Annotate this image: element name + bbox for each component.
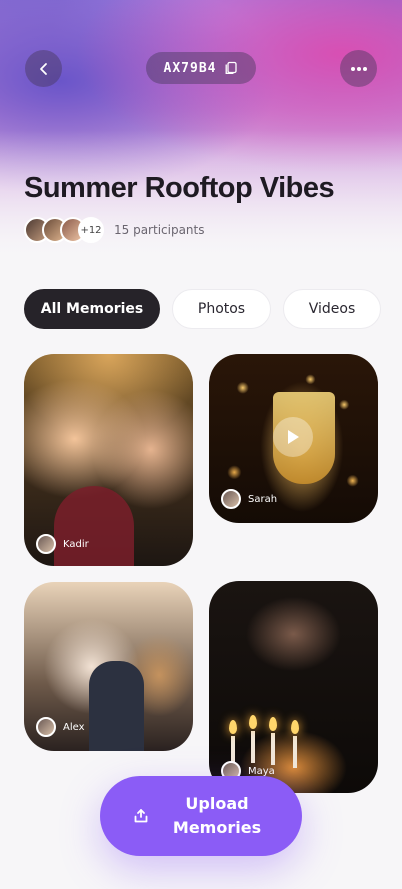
photo-content bbox=[89, 661, 144, 751]
filter-all-memories[interactable]: All Memories bbox=[24, 289, 160, 329]
event-code-pill[interactable]: AX79B4 bbox=[146, 52, 256, 84]
memory-card[interactable]: Alex bbox=[24, 582, 193, 751]
participants-row[interactable]: +12 15 participants bbox=[24, 217, 205, 243]
uploader-tag: Sarah bbox=[221, 489, 277, 509]
back-button[interactable] bbox=[25, 50, 62, 87]
candle-flame bbox=[269, 717, 277, 731]
filter-videos[interactable]: Videos bbox=[283, 289, 381, 329]
candle-flame bbox=[249, 715, 257, 729]
uploader-name: Alex bbox=[63, 721, 85, 733]
filter-tabs: All Memories Photos Videos bbox=[24, 289, 381, 329]
memory-card[interactable]: Maya bbox=[209, 581, 378, 793]
filter-photos[interactable]: Photos bbox=[172, 289, 271, 329]
upload-button-label: Upload Memories bbox=[172, 794, 262, 837]
candle bbox=[251, 731, 255, 763]
uploader-name: Maya bbox=[248, 765, 275, 777]
uploader-name: Sarah bbox=[248, 493, 278, 505]
memory-card[interactable]: Kadir bbox=[24, 354, 193, 566]
participants-more-badge: +12 bbox=[78, 217, 104, 243]
avatar bbox=[221, 489, 241, 509]
memory-card-video[interactable]: Sarah bbox=[209, 354, 378, 523]
page-title: Summer Rooftop Vibes bbox=[24, 172, 335, 204]
photo-content bbox=[54, 486, 134, 566]
more-options-button[interactable] bbox=[340, 50, 377, 87]
play-icon bbox=[288, 430, 299, 444]
more-horizontal-icon bbox=[350, 66, 367, 71]
candle-flame bbox=[229, 720, 237, 734]
copy-icon[interactable] bbox=[224, 61, 238, 75]
chevron-left-icon bbox=[39, 62, 47, 75]
upload-icon bbox=[134, 809, 148, 823]
uploader-tag: Kadir bbox=[36, 534, 89, 554]
play-button[interactable] bbox=[273, 417, 313, 457]
avatar bbox=[36, 534, 56, 554]
event-code: AX79B4 bbox=[163, 60, 217, 76]
avatar bbox=[36, 717, 56, 737]
uploader-name: Kadir bbox=[63, 538, 89, 550]
upload-memories-button[interactable]: Upload Memories bbox=[100, 776, 302, 856]
candle bbox=[293, 736, 297, 768]
candle-flame bbox=[291, 720, 299, 734]
participants-count: 15 participants bbox=[114, 223, 205, 237]
uploader-tag: Alex bbox=[36, 717, 85, 737]
